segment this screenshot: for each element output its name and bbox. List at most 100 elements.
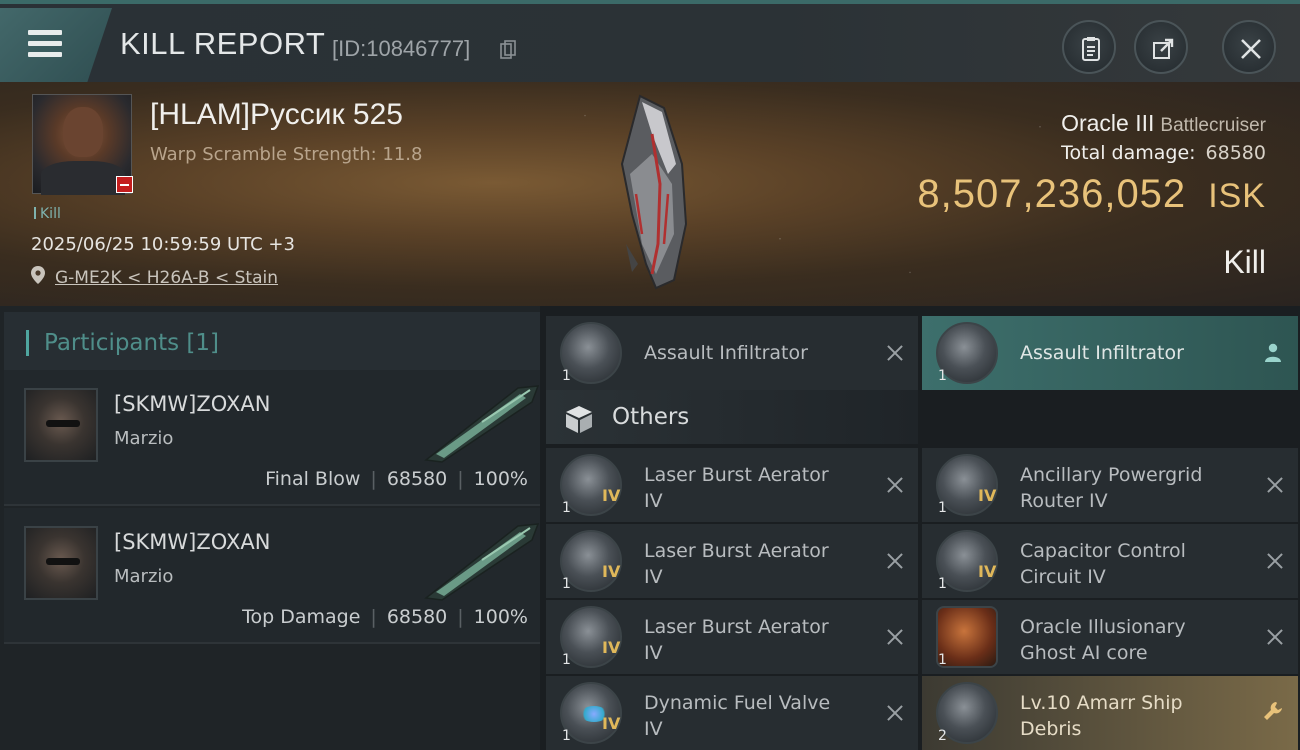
item-quantity: 1 [562, 500, 571, 516]
item-name: Assault Infiltrator [644, 342, 808, 364]
others-section-header: Others [546, 390, 918, 444]
destroyed-icon [1266, 552, 1284, 570]
copy-icon[interactable] [500, 40, 516, 60]
participant-name[interactable]: [SKMW]ZOXAN [114, 530, 270, 554]
item-cell[interactable]: IV 1 Laser Burst Aerator IV [546, 600, 918, 674]
menu-icon [28, 30, 62, 58]
item-quantity: 1 [938, 652, 947, 668]
destroyed-icon [886, 704, 904, 722]
item-level: IV [602, 714, 621, 733]
item-level: IV [602, 562, 621, 581]
item-quantity: 1 [562, 728, 571, 744]
participant-row[interactable]: [SKMW]ZOXAN Marzio Final Blow | 68580 | 100% [4, 370, 540, 506]
person-icon [1265, 343, 1281, 362]
victim-ship-image [620, 94, 688, 290]
destroyed-icon [1266, 628, 1284, 646]
page-title: KILL REPORT [120, 26, 326, 61]
item-name: Capacitor Control Circuit IV [1020, 540, 1186, 588]
victim-ship-name: Oracle III Battlecruiser [1061, 110, 1266, 137]
kill-result: Kill [1223, 244, 1266, 280]
participant-role: Final Blow [265, 468, 361, 490]
items-panel: 1 Assault Infiltrator 1 Assault Infiltra… [540, 306, 1300, 750]
participant-ship-image [424, 523, 540, 601]
item-cell[interactable]: IV 1 Laser Burst Aerator IV [546, 524, 918, 598]
item-name: Ancillary Powergrid Router IV [1020, 464, 1203, 512]
item-quantity: 1 [562, 652, 571, 668]
hostile-badge-icon [116, 176, 133, 193]
item-quantity: 1 [938, 368, 947, 384]
participants-title: Participants [44, 330, 180, 356]
share-icon [1153, 38, 1174, 59]
item-cell[interactable]: IV 1 Capacitor Control Circuit IV [922, 524, 1298, 598]
item-quantity: 1 [562, 368, 571, 384]
victim-name[interactable]: [HLAM]Руссик 525 [150, 98, 403, 132]
participant-damage: 68580 [386, 468, 448, 490]
participant-damage: 68580 [386, 606, 448, 628]
item-name: Laser Burst Aerator IV [644, 464, 829, 512]
item-name: Oracle Illusionary Ghost AI core [1020, 616, 1186, 664]
destroyed-icon [886, 344, 904, 362]
clipboard-button[interactable] [1062, 20, 1116, 74]
item-cell[interactable]: IV 1 Laser Burst Aerator IV [546, 448, 918, 522]
clipboard-icon [1082, 37, 1100, 61]
item-cell[interactable]: 2 Lv.10 Amarr Ship Debris [922, 676, 1298, 750]
close-icon [1241, 39, 1261, 59]
item-cell[interactable]: 1 Oracle Illusionary Ghost AI core [922, 600, 1298, 674]
destroyed-icon [886, 552, 904, 570]
participants-panel: Participants [1] [SKMW]ZOXAN Marzio Fina… [0, 306, 540, 750]
item-level: IV [978, 562, 997, 581]
isk-value: 8,507,236,052 ISK [917, 172, 1266, 217]
participant-role: Top Damage [242, 606, 361, 628]
destroyed-icon [1266, 476, 1284, 494]
item-name: Dynamic Fuel Valve IV [644, 692, 831, 740]
participant-ship: Marzio [114, 566, 174, 587]
menu-button[interactable] [0, 8, 112, 82]
item-level: IV [602, 486, 621, 505]
item-level: IV [602, 638, 621, 657]
kill-location-link[interactable]: G-ME2K < H26A-B < Stain [55, 268, 278, 288]
total-damage-value: 68580 [1205, 142, 1266, 164]
item-cell[interactable]: 1 Assault Infiltrator [546, 316, 918, 390]
item-cell[interactable]: IV 1 Dynamic Fuel Valve IV [546, 676, 918, 750]
item-name: Lv.10 Amarr Ship Debris [1020, 692, 1183, 740]
item-name: Laser Burst Aerator IV [644, 540, 829, 588]
share-button[interactable] [1134, 20, 1188, 74]
participant-avatar[interactable] [24, 388, 98, 462]
item-quantity: 2 [938, 728, 947, 744]
participant-percent: 100% [473, 606, 528, 628]
kill-tag: Kill [34, 206, 61, 222]
kill-report-header: KILL REPORT [ID:10846777] [0, 0, 1300, 82]
wrench-icon [1264, 702, 1282, 720]
item-name: Laser Burst Aerator IV [644, 616, 829, 664]
participant-stats: Top Damage | 68580 | 100% [242, 606, 528, 628]
total-damage: Total damage: 68580 [1061, 142, 1266, 164]
close-button[interactable] [1222, 20, 1276, 74]
cargo-box-icon [566, 406, 592, 433]
participant-ship-image [424, 385, 540, 463]
participant-avatar[interactable] [24, 526, 98, 600]
destroyed-icon [886, 628, 904, 646]
destroyed-icon [886, 476, 904, 494]
ship-class: Battlecruiser [1160, 115, 1266, 136]
isk-unit: ISK [1208, 177, 1266, 215]
isk-amount: 8,507,236,052 [917, 172, 1187, 216]
item-cell[interactable]: 1 Assault Infiltrator [922, 316, 1298, 390]
item-name: Assault Infiltrator [1020, 342, 1184, 364]
participant-percent: 100% [473, 468, 528, 490]
item-quantity: 1 [938, 576, 947, 592]
kill-datetime: 2025/06/25 10:59:59 UTC +3 [31, 234, 295, 255]
ship-name-text: Oracle III [1061, 110, 1155, 136]
participant-stats: Final Blow | 68580 | 100% [265, 468, 528, 490]
item-quantity: 1 [938, 500, 947, 516]
item-cell[interactable]: IV 1 Ancillary Powergrid Router IV [922, 448, 1298, 522]
total-damage-label: Total damage: [1061, 142, 1196, 164]
participant-name[interactable]: [SKMW]ZOXAN [114, 392, 270, 416]
warp-scramble-strength: Warp Scramble Strength: 11.8 [150, 144, 423, 165]
item-level: IV [978, 486, 997, 505]
item-quantity: 1 [562, 576, 571, 592]
participant-ship: Marzio [114, 428, 174, 449]
participants-count: [1] [186, 330, 220, 356]
others-title: Others [612, 404, 690, 430]
participant-row[interactable]: [SKMW]ZOXAN Marzio Top Damage | 68580 | 100% [4, 508, 540, 644]
participants-header: Participants [1] [4, 312, 540, 370]
